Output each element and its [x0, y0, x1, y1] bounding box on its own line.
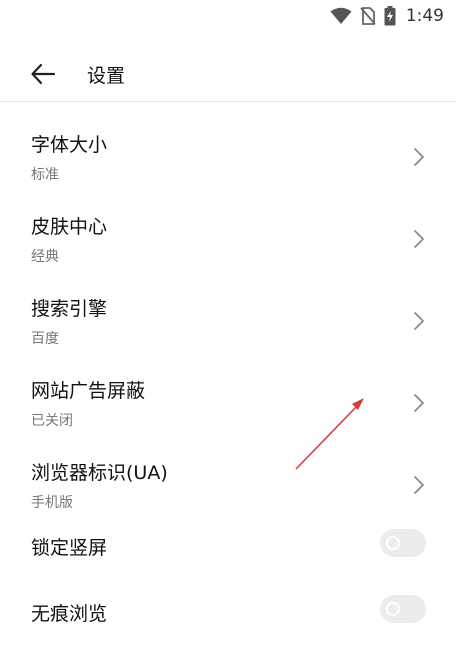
settings-list: 字体大小 标准 皮肤中心 经典 搜索引擎 百度 网站广告屏蔽 已关闭 浏览器标识… — [0, 103, 456, 645]
setting-incognito: 无痕浏览 — [0, 579, 456, 645]
no-sim-icon — [360, 7, 376, 25]
chevron-right-icon — [414, 476, 424, 494]
setting-label: 锁定竖屏 — [31, 537, 108, 559]
setting-label: 字体大小 — [31, 134, 108, 156]
setting-skin-center[interactable]: 皮肤中心 经典 — [0, 185, 456, 267]
setting-user-agent[interactable]: 浏览器标识(UA) 手机版 — [0, 431, 456, 513]
setting-value: 标准 — [31, 167, 59, 183]
page-title: 设置 — [87, 65, 126, 87]
chevron-right-icon — [414, 394, 424, 412]
setting-lock-portrait: 锁定竖屏 — [0, 513, 456, 579]
setting-value: 已关闭 — [31, 413, 73, 429]
setting-font-size[interactable]: 字体大小 标准 — [0, 103, 456, 185]
chevron-right-icon — [414, 230, 424, 248]
toggle-knob — [386, 602, 400, 616]
status-bar: 1:49 — [0, 0, 456, 32]
chevron-right-icon — [414, 148, 424, 166]
wifi-icon — [330, 7, 352, 24]
battery-charging-icon — [384, 6, 396, 26]
setting-label: 无痕浏览 — [31, 603, 108, 625]
setting-value: 经典 — [31, 249, 59, 265]
setting-ad-block[interactable]: 网站广告屏蔽 已关闭 — [0, 349, 456, 431]
setting-search-engine[interactable]: 搜索引擎 百度 — [0, 267, 456, 349]
chevron-right-icon — [414, 312, 424, 330]
toggle-knob — [386, 536, 400, 550]
back-arrow-icon[interactable] — [30, 61, 56, 87]
app-bar: 设置 — [0, 32, 456, 102]
setting-value: 百度 — [31, 331, 59, 347]
setting-value: 手机版 — [31, 495, 73, 511]
setting-label: 搜索引擎 — [31, 298, 108, 320]
setting-label: 浏览器标识(UA) — [31, 462, 168, 484]
incognito-toggle[interactable] — [380, 595, 426, 623]
setting-label: 网站广告屏蔽 — [31, 380, 146, 402]
lock-portrait-toggle[interactable] — [380, 529, 426, 557]
setting-label: 皮肤中心 — [31, 216, 108, 238]
status-time: 1:49 — [405, 6, 444, 26]
